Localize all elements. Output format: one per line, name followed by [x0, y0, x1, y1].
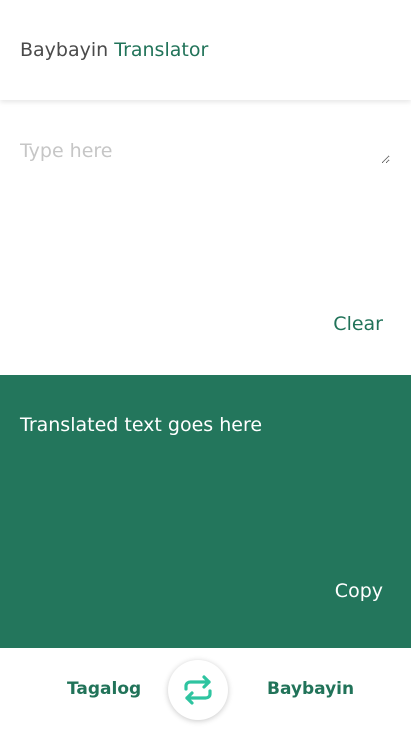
translation-input[interactable] — [20, 138, 390, 164]
copy-button[interactable]: Copy — [335, 579, 383, 603]
translator-app: Baybayin Translator Clear Translated tex… — [0, 0, 411, 731]
input-panel: Clear — [0, 100, 411, 375]
target-language-button[interactable]: Baybayin — [267, 678, 354, 700]
language-bar: Tagalog Baybayin — [0, 648, 411, 731]
output-panel: Translated text goes here Copy — [0, 375, 411, 648]
translated-text: Translated text goes here — [20, 414, 263, 436]
app-header: Baybayin Translator — [0, 0, 411, 100]
clear-button[interactable]: Clear — [333, 312, 383, 336]
swap-arrows-icon — [181, 675, 215, 705]
title-baybayin-word: Baybayin — [20, 39, 109, 61]
title-translator-word: Translator — [114, 39, 209, 61]
source-language-button[interactable]: Tagalog — [67, 678, 141, 700]
swap-languages-button[interactable] — [168, 660, 228, 720]
page-title: Baybayin Translator — [20, 38, 208, 62]
